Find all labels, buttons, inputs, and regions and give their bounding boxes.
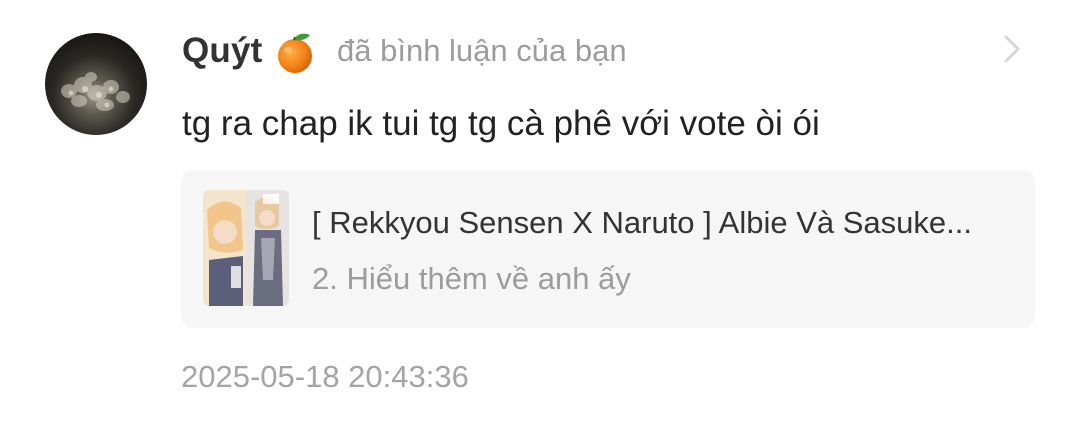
comment-text: tg ra chap ik tui tg tg cà phê với vote …: [182, 104, 820, 143]
story-cover-thumbnail: [203, 190, 289, 306]
username[interactable]: Quýt: [182, 26, 263, 76]
timestamp: 2025-05-18 20:43:36: [181, 359, 469, 394]
chevron-right-icon[interactable]: [1000, 32, 1024, 66]
story-title: [ Rekkyou Sensen X Naruto ] Albie Và Sas…: [312, 205, 972, 240]
orange-emoji-icon: [274, 30, 316, 74]
avatar-image: [61, 72, 130, 111]
action-text: đã bình luận của bạn: [337, 33, 627, 68]
avatar[interactable]: [45, 33, 147, 135]
comment-notification[interactable]: Quýt đã bình luận của bạn tg ra chap ik …: [0, 0, 1080, 424]
story-chapter: 2. Hiểu thêm về anh ấy: [312, 261, 631, 296]
story-card[interactable]: [ Rekkyou Sensen X Naruto ] Albie Và Sas…: [181, 170, 1035, 328]
